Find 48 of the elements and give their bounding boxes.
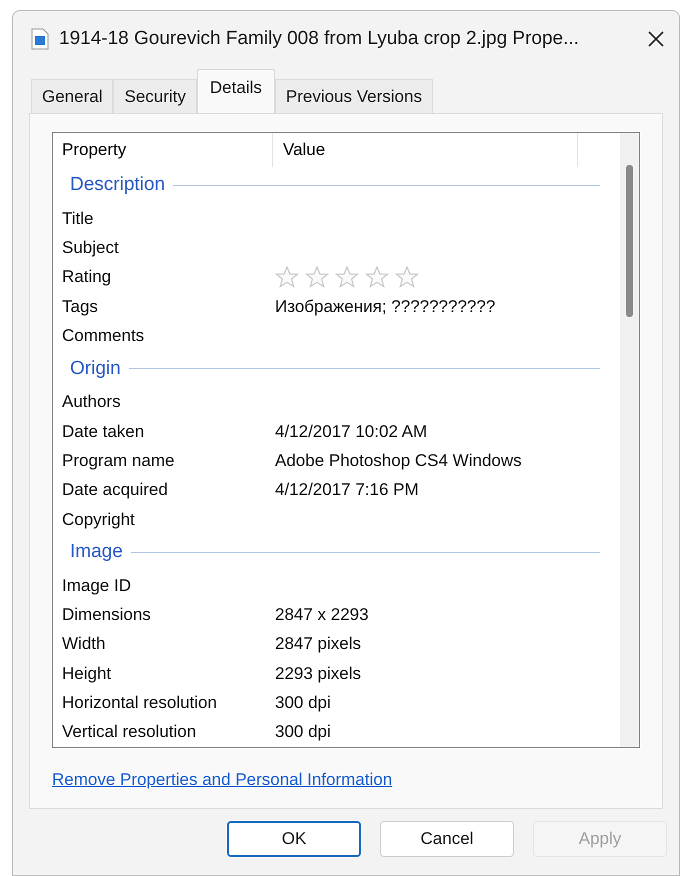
star-rating[interactable]: [275, 266, 419, 288]
property-value: 2847 x 2293: [275, 604, 369, 626]
property-name: Tags: [61, 296, 99, 318]
property-name: Comments: [61, 325, 146, 348]
property-value: 4/12/2017 10:02 AM: [275, 420, 428, 443]
property-name: Program name: [61, 450, 176, 472]
property-name: Horizontal resolution: [61, 692, 218, 714]
tab[interactable]: Details: [196, 69, 275, 113]
column-header[interactable]: Value: [273, 133, 578, 167]
section-heading: Description: [70, 173, 166, 198]
window-title: 1914-18 Gourevich Family 008 from Lyuba crop 2.jpg Prope...: [59, 26, 579, 51]
property-value: 300 dpi: [275, 692, 331, 714]
star-icon: [275, 266, 299, 288]
property-name: Rating: [61, 266, 112, 288]
property-name: Vertical resolution: [61, 721, 198, 744]
property-name: Dimensions: [61, 604, 152, 626]
tab[interactable]: General: [31, 79, 114, 113]
remove-properties-link[interactable]: Remove Properties and Personal Information: [52, 767, 392, 792]
property-name: Subject: [61, 237, 120, 260]
star-icon: [335, 266, 359, 288]
dialog-button[interactable]: OK: [227, 821, 361, 857]
image-file-icon: [31, 28, 49, 50]
close-icon[interactable]: [647, 30, 665, 48]
property-value: Изображения; ???????????: [275, 296, 496, 318]
tab[interactable]: Security: [113, 79, 197, 113]
property-value: 2293 pixels: [275, 662, 362, 685]
property-name: Copyright: [61, 508, 136, 531]
property-value: 300 dpi: [275, 721, 331, 744]
property-name: Date taken: [61, 420, 146, 443]
property-value: 4/12/2017 7:16 PM: [275, 479, 419, 502]
star-icon: [395, 266, 419, 288]
dialog-button[interactable]: Cancel: [380, 821, 514, 857]
property-name: Height: [61, 662, 112, 685]
property-name: Image ID: [61, 574, 132, 597]
scrollbar[interactable]: [620, 133, 639, 747]
star-icon: [305, 266, 329, 288]
property-name: Title: [61, 208, 94, 230]
tab[interactable]: Previous Versions: [274, 79, 433, 113]
property-value: 2847 pixels: [275, 633, 362, 656]
property-name: Date acquired: [61, 479, 169, 502]
column-header[interactable]: Property: [53, 133, 273, 167]
section-heading: Image: [70, 540, 123, 564]
property-name: Authors: [61, 391, 122, 414]
scrollbar-thumb[interactable]: [626, 165, 633, 317]
property-value: Adobe Photoshop CS4 Windows: [275, 450, 522, 472]
property-name: Width: [61, 633, 106, 656]
section-heading: Origin: [70, 356, 121, 381]
star-icon: [365, 266, 389, 288]
